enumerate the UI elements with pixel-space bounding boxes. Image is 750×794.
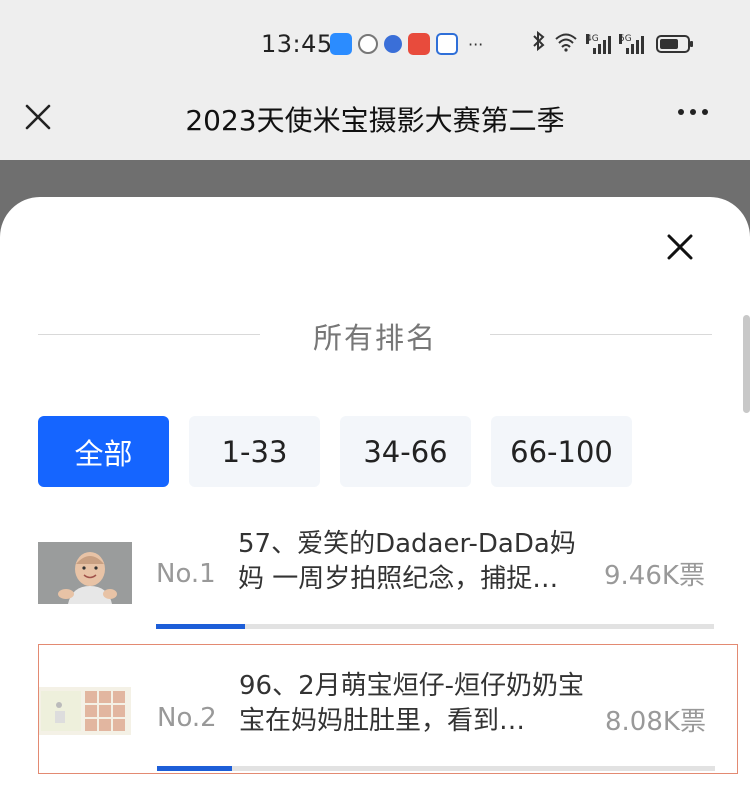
vote-progress-bar bbox=[156, 624, 714, 629]
weather-icon bbox=[330, 33, 352, 55]
ranking-sheet: 所有排名 全部 1-33 34-66 66-100 No.1 57、爱笑的Dad… bbox=[0, 197, 750, 794]
rank-item[interactable]: No.1 57、爱笑的Dadaer-DaDa妈妈 一周岁拍照纪念，捕捉… 9.4… bbox=[38, 525, 714, 651]
range-tabs: 全部 1-33 34-66 66-100 bbox=[38, 416, 632, 487]
vote-count: 9.46K票 bbox=[604, 561, 705, 591]
rank-number: No.1 bbox=[156, 559, 216, 589]
status-bar: 13:45 ··· 4G 5G bbox=[0, 0, 750, 85]
pet-icon bbox=[436, 33, 458, 55]
tab-66-100[interactable]: 66-100 bbox=[491, 416, 632, 487]
sheet-title: 所有排名 bbox=[312, 321, 437, 355]
wifi-icon bbox=[554, 32, 578, 56]
scrollbar[interactable] bbox=[743, 315, 750, 413]
tab-1-33[interactable]: 1-33 bbox=[189, 416, 320, 487]
signal-4g-icon: 4G bbox=[586, 33, 611, 54]
bluetooth-icon bbox=[532, 30, 546, 57]
rank-number: No.2 bbox=[157, 703, 217, 733]
entry-thumbnail bbox=[38, 542, 132, 604]
music-icon bbox=[384, 35, 402, 53]
system-icons: 4G 5G bbox=[532, 30, 693, 57]
vote-count: 8.08K票 bbox=[605, 707, 706, 737]
tab-all[interactable]: 全部 bbox=[38, 416, 169, 487]
more-notifications-icon: ··· bbox=[468, 34, 484, 54]
rank-item-highlighted[interactable]: No.2 96、2月萌宝烜仔-烜仔奶奶宝宝在妈妈肚肚里，看到… 8.08K票 bbox=[38, 644, 738, 774]
signal-5g-icon: 5G bbox=[619, 33, 644, 54]
vote-progress-fill bbox=[156, 624, 246, 629]
title-divider-left bbox=[38, 334, 260, 335]
status-time: 13:45 bbox=[261, 30, 333, 58]
tab-34-66[interactable]: 34-66 bbox=[340, 416, 471, 487]
battery-icon bbox=[656, 34, 693, 53]
title-divider-right bbox=[490, 334, 712, 335]
nav-bar: 2023天使米宝摄影大赛第二季 bbox=[0, 85, 750, 160]
vote-progress-fill bbox=[157, 766, 233, 771]
entry-thumbnail bbox=[39, 687, 131, 735]
more-options-icon[interactable] bbox=[678, 109, 708, 115]
page-title: 2023天使米宝摄影大赛第二季 bbox=[185, 104, 565, 137]
entry-description: 96、2月萌宝烜仔-烜仔奶奶宝宝在妈妈肚肚里，看到… bbox=[239, 671, 585, 736]
entry-description: 57、爱笑的Dadaer-DaDa妈妈 一周岁拍照纪念，捕捉… bbox=[238, 529, 576, 594]
vote-progress-bar bbox=[157, 766, 715, 771]
notification-icons: ··· bbox=[330, 32, 483, 56]
hexagon-icon bbox=[358, 34, 378, 54]
sheet-close-icon[interactable] bbox=[664, 231, 696, 263]
red-app-icon bbox=[408, 33, 430, 55]
